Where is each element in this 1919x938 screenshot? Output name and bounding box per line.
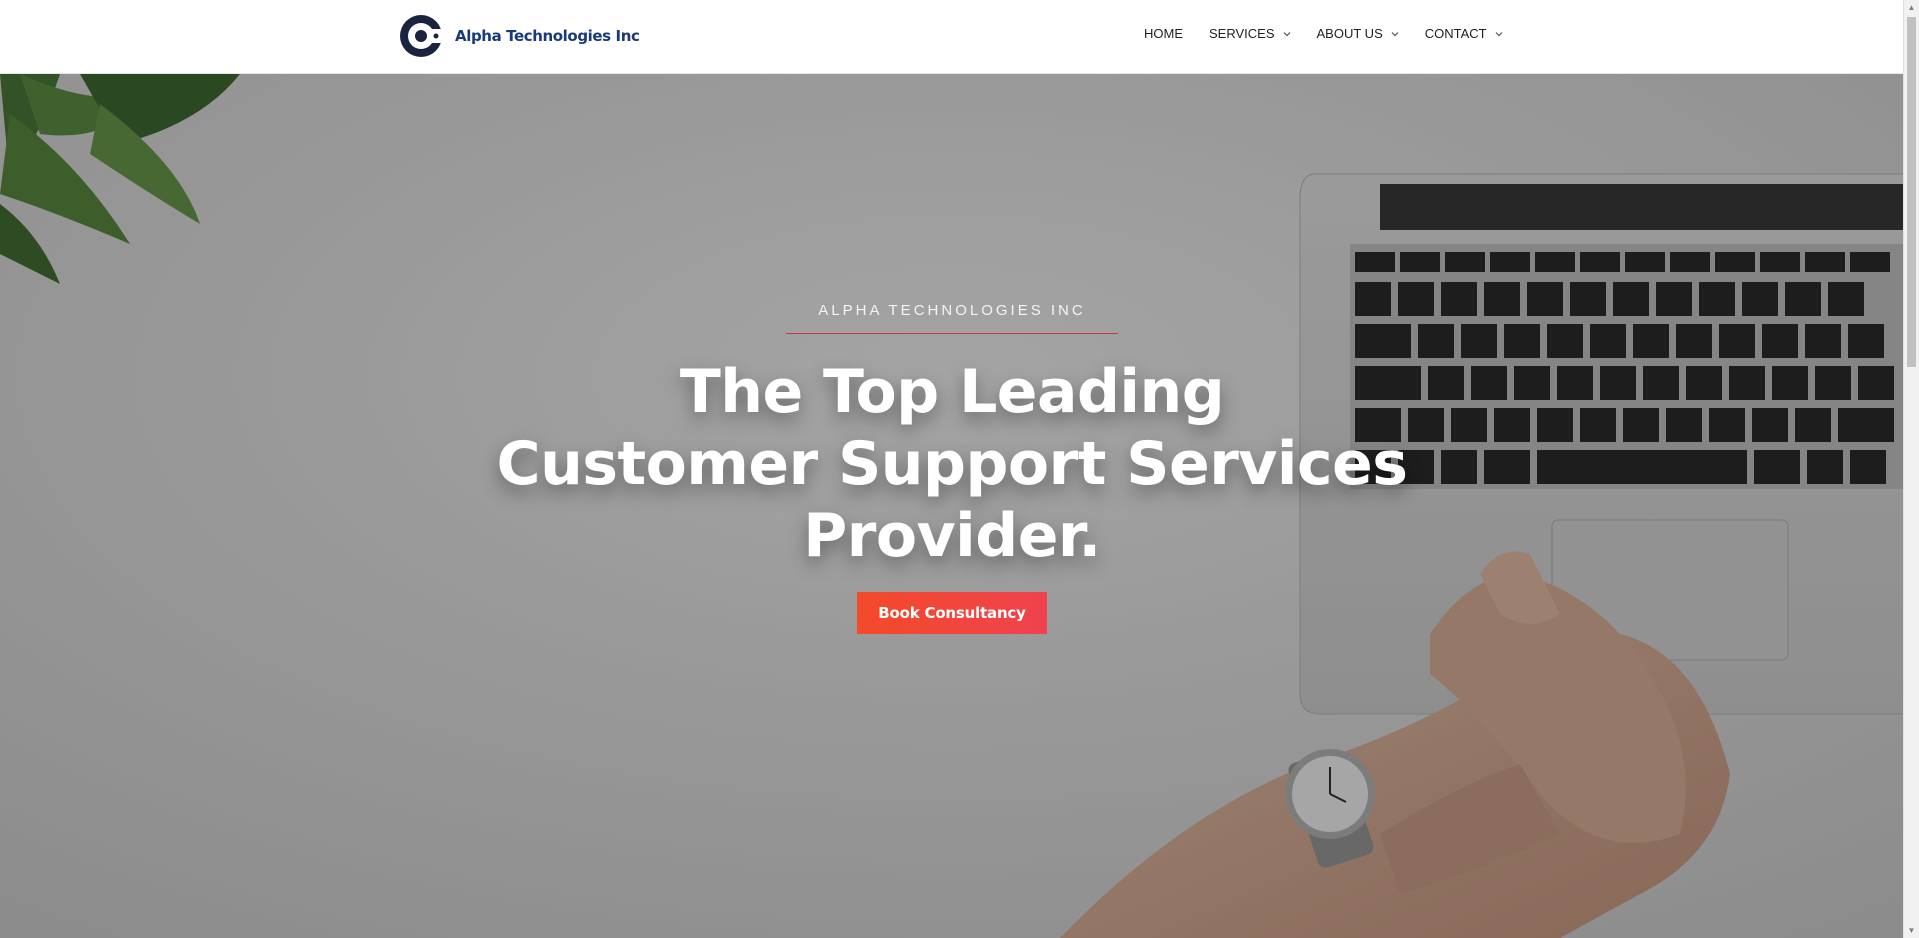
brand-logo[interactable]: Alpha Technologies Inc [398,13,640,59]
logo-icon [400,15,444,57]
hero-headline: The Top Leading Customer Support Service… [0,356,1904,572]
nav-item-about-us[interactable]: ABOUT US [1317,26,1399,41]
main-nav: HOME SERVICES ABOUT US CONTACT [1144,26,1503,41]
nav-item-label: HOME [1144,26,1183,41]
chevron-down-icon [1391,31,1399,36]
headline-line: Provider. [803,501,1101,571]
site-header: Alpha Technologies Inc HOME SERVICES ABO… [0,0,1904,74]
page-scrollbar[interactable]: ▲ ▼ [1903,0,1919,938]
nav-item-services[interactable]: SERVICES [1209,26,1291,41]
book-consultancy-button[interactable]: Book Consultancy [857,592,1047,634]
hero-eyebrow: ALPHA TECHNOLOGIES INC [818,302,1086,319]
scrollbar-thumb[interactable] [1907,17,1916,367]
nav-item-label: CONTACT [1424,26,1487,41]
nav-item-contact[interactable]: CONTACT [1425,26,1503,41]
brand-name: Alpha Technologies Inc [455,27,640,45]
scroll-up-arrow-icon[interactable]: ▲ [1904,0,1919,15]
chevron-down-icon [1283,31,1290,36]
scroll-down-arrow-icon[interactable]: ▼ [1904,923,1919,938]
headline-line: Customer Support Services [496,429,1408,499]
headline-line: The Top Leading [679,357,1225,427]
nav-item-home[interactable]: HOME [1144,26,1183,41]
eyebrow-divider [786,333,1118,334]
nav-item-label: ABOUT US [1316,26,1383,41]
nav-item-label: SERVICES [1209,26,1275,41]
chevron-down-icon [1495,31,1503,36]
hero-section: ALPHA TECHNOLOGIES INC The Top Leading C… [0,74,1904,938]
